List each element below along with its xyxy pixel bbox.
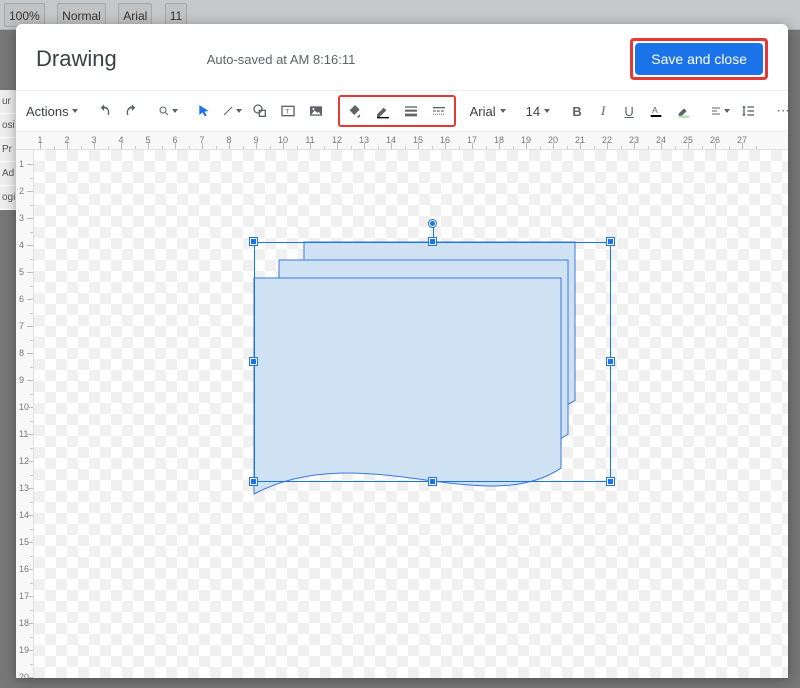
text-color-icon: A (648, 103, 664, 119)
drawing-toolbar: Actions T (16, 90, 788, 132)
resize-handle[interactable] (607, 238, 614, 245)
border-dash-button[interactable] (425, 98, 453, 124)
zoom-button[interactable] (154, 98, 182, 124)
fill-color-button[interactable] (341, 98, 369, 124)
underline-button[interactable]: U (616, 98, 642, 124)
paint-bucket-icon (347, 103, 363, 119)
background-sidebar-snips: urosiPrAdogi (0, 90, 16, 210)
image-icon (308, 103, 324, 119)
select-tool-button[interactable] (190, 98, 218, 124)
border-color-button[interactable] (369, 98, 397, 124)
actions-label: Actions (26, 104, 69, 119)
autosave-prefix: Auto-saved at (207, 52, 287, 67)
dialog-header: Drawing Auto-saved at AM 8:16:11 Save an… (16, 24, 788, 90)
line-dash-icon (431, 103, 447, 119)
caret-down-icon (72, 109, 78, 113)
highlight-color-button[interactable] (670, 98, 698, 124)
drawing-dialog: Drawing Auto-saved at AM 8:16:11 Save an… (16, 24, 788, 678)
line-spacing-icon (740, 103, 756, 119)
shape-tool-button[interactable] (246, 98, 274, 124)
work-area: 1234567891011121314151617181920 (16, 150, 788, 678)
line-weight-icon (403, 103, 419, 119)
line-icon (222, 103, 234, 119)
align-icon (710, 103, 722, 119)
drawing-canvas[interactable] (34, 150, 788, 678)
autosave-time: AM 8:16:11 (290, 52, 356, 67)
highlighter-icon (676, 103, 692, 119)
highlight-format-group (338, 95, 456, 127)
font-family-value: Arial (470, 104, 496, 119)
font-size-value: 14 (526, 104, 540, 119)
line-spacing-button[interactable] (734, 98, 762, 124)
redo-button[interactable] (118, 98, 146, 124)
zoom-icon (158, 103, 170, 119)
pencil-icon (375, 103, 391, 119)
resize-handle[interactable] (250, 358, 257, 365)
italic-button[interactable]: I (590, 98, 616, 124)
image-tool-button[interactable] (302, 98, 330, 124)
resize-handle[interactable] (607, 358, 614, 365)
text-color-button[interactable]: A (642, 98, 670, 124)
selection-box[interactable] (254, 242, 611, 482)
resize-handle[interactable] (607, 478, 614, 485)
svg-text:A: A (652, 105, 658, 115)
rotation-handle[interactable] (429, 220, 436, 227)
font-family-dropdown[interactable]: Arial (464, 104, 512, 119)
textbox-tool-button[interactable]: T (274, 98, 302, 124)
resize-handle[interactable] (250, 478, 257, 485)
textbox-icon: T (280, 103, 296, 119)
undo-button[interactable] (90, 98, 118, 124)
shape-icon (252, 103, 268, 119)
resize-handle[interactable] (429, 238, 436, 245)
font-size-dropdown[interactable]: 14 (520, 104, 556, 119)
horizontal-ruler: 1234567891011121314151617181920212223242… (16, 132, 788, 150)
resize-handle[interactable] (250, 238, 257, 245)
more-button[interactable]: ⋯ (770, 98, 796, 124)
caret-down-icon (724, 109, 730, 113)
caret-down-icon (236, 109, 242, 113)
dialog-title: Drawing (36, 46, 117, 72)
save-and-close-button[interactable]: Save and close (635, 43, 763, 75)
bold-button[interactable]: B (564, 98, 590, 124)
redo-icon (124, 103, 140, 119)
undo-icon (96, 103, 112, 119)
line-tool-button[interactable] (218, 98, 246, 124)
border-weight-button[interactable] (397, 98, 425, 124)
caret-down-icon (500, 109, 506, 113)
vertical-ruler: 1234567891011121314151617181920 (16, 150, 34, 678)
highlight-save-button: Save and close (630, 38, 768, 80)
canvas-wrapper[interactable] (34, 150, 788, 678)
resize-handle[interactable] (429, 478, 436, 485)
caret-down-icon (544, 109, 550, 113)
svg-text:T: T (285, 109, 289, 116)
align-button[interactable] (706, 98, 734, 124)
autosave-status: Auto-saved at AM 8:16:11 (207, 52, 356, 67)
actions-menu[interactable]: Actions (22, 104, 82, 119)
cursor-icon (196, 103, 212, 119)
caret-down-icon (172, 109, 178, 113)
